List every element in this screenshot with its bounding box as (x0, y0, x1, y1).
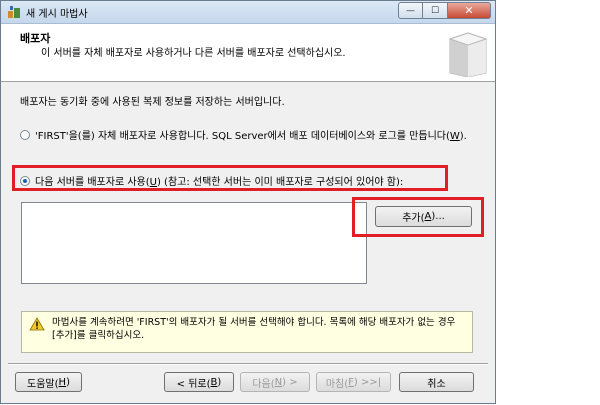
warning-message: 마법사를 계속하려면 'FIRST'의 배포자가 될 서버를 선택해야 합니다.… (52, 317, 456, 341)
distributor-description: 배포자는 동기화 중에 사용된 복제 정보를 저장하는 서버입니다. (20, 97, 285, 108)
highlight-box-option (12, 165, 448, 191)
back-button[interactable]: < 뒤로(B) (164, 372, 234, 392)
title-bar[interactable]: 새 게시 마법사 — ☐ ✕ (1, 1, 495, 24)
wizard-icon (8, 6, 20, 18)
wizard-header: 배포자 이 서버를 자체 배포자로 사용하거나 다른 서버를 배포자로 선택하십… (1, 24, 495, 82)
maximize-button[interactable]: ☐ (423, 2, 448, 19)
warning-panel: 마법사를 계속하려면 'FIRST'의 배포자가 될 서버를 선택해야 합니다.… (21, 311, 473, 353)
use-self-label: 'FIRST'을(를) 자체 배포자로 사용합니다. SQL Server에서 … (35, 131, 467, 142)
window-title: 새 게시 마법사 (26, 9, 88, 20)
finish-button[interactable]: 마침(F) >>| (316, 372, 391, 392)
server-box-icon (448, 32, 488, 77)
minimize-button[interactable]: — (398, 2, 423, 19)
footer-divider (8, 363, 488, 365)
wizard-window: 새 게시 마법사 — ☐ ✕ 배포자 이 서버를 자체 배포자로 사용하거나 다… (0, 0, 496, 404)
use-self-as-distributor-option[interactable]: 'FIRST'을(를) 자체 배포자로 사용합니다. SQL Server에서 … (20, 127, 467, 142)
highlight-box-add-button (352, 197, 484, 237)
use-self-radio[interactable] (20, 129, 30, 140)
cancel-button[interactable]: 취소 (399, 372, 474, 392)
distributor-server-list[interactable] (21, 202, 367, 284)
window-controls: — ☐ ✕ (398, 2, 491, 19)
warning-icon (29, 317, 45, 331)
help-button[interactable]: 도움말(H) (15, 372, 82, 392)
next-button[interactable]: 다음(N) > (240, 372, 310, 392)
close-button[interactable]: ✕ (448, 2, 491, 19)
page-subtitle: 이 서버를 자체 배포자로 사용하거나 다른 서버를 배포자로 선택하십시오. (41, 48, 346, 59)
